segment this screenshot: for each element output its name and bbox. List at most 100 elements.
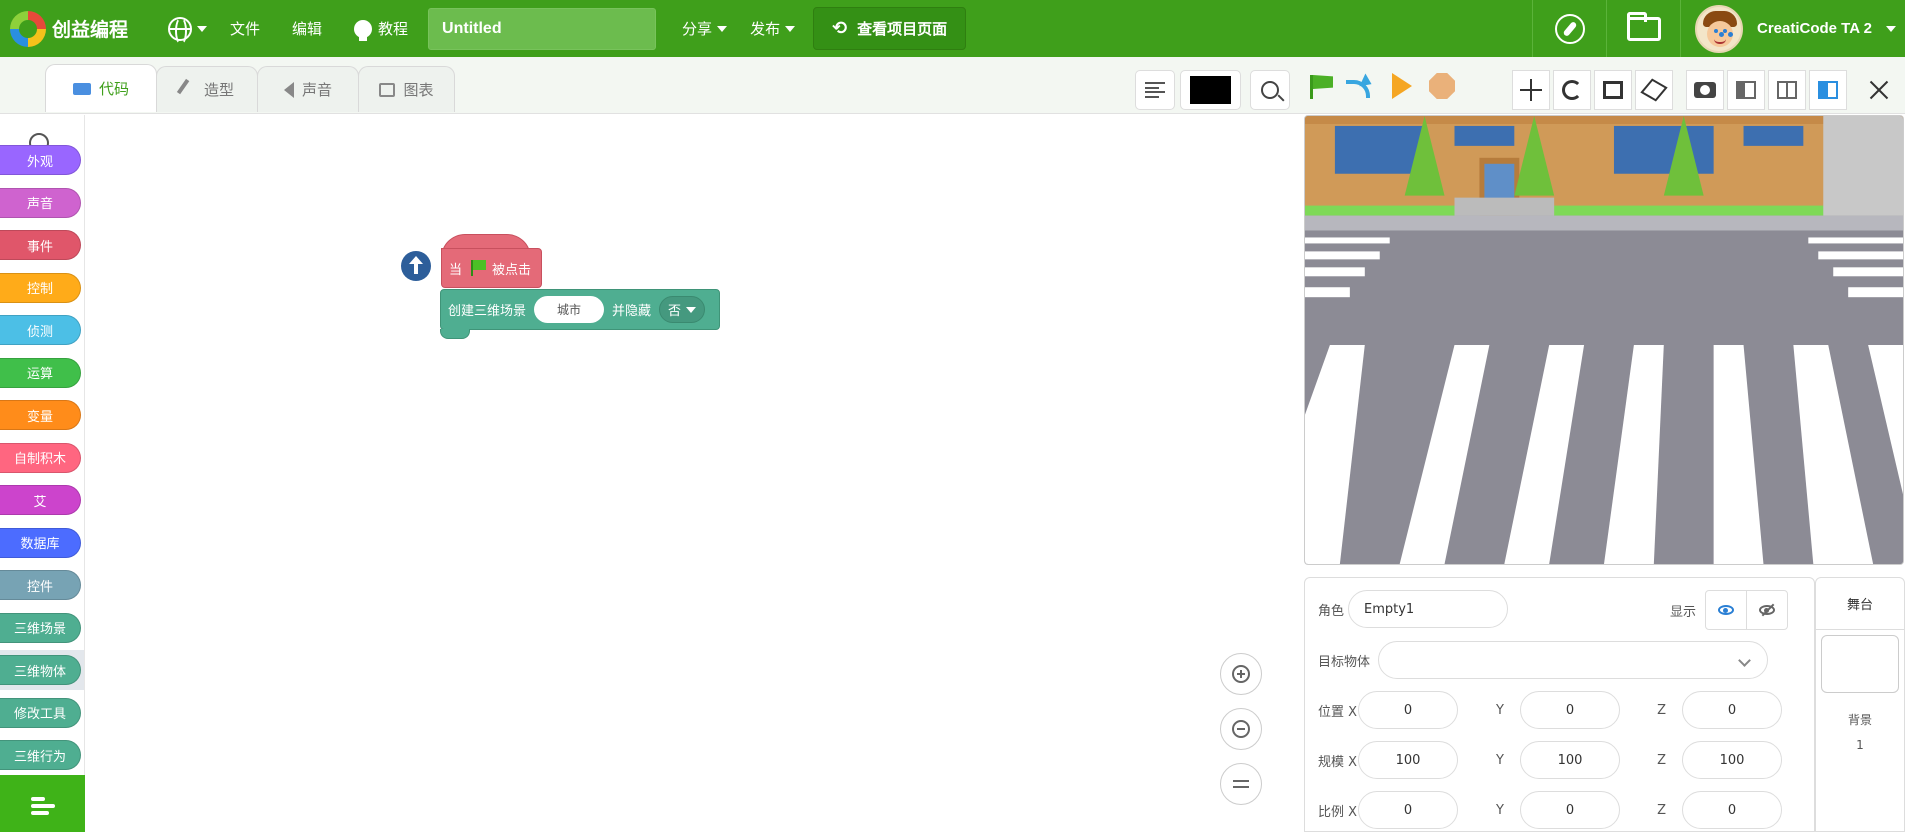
show-sprite-button[interactable] — [1705, 590, 1747, 630]
position-y-input[interactable]: 0 — [1520, 691, 1620, 729]
flag-icon — [470, 260, 487, 276]
play-icon[interactable] — [1392, 73, 1412, 99]
align-left-icon — [1145, 82, 1165, 98]
layout-large-icon — [1818, 81, 1838, 99]
code-icon — [72, 82, 91, 95]
zoom-reset-button[interactable] — [1220, 763, 1262, 805]
my-stuff-button[interactable] — [1606, 0, 1680, 57]
hide-dropdown[interactable]: 否 — [659, 296, 706, 323]
position-z-input[interactable]: 0 — [1682, 691, 1782, 729]
zoom-out-button[interactable] — [1220, 708, 1262, 750]
view-project-label: 查看项目页面 — [857, 20, 948, 38]
layout-small-icon — [1736, 81, 1756, 99]
category-item[interactable]: 自制积木 — [0, 442, 81, 473]
scale-icon — [1603, 81, 1623, 99]
category-item[interactable]: 声音 — [0, 187, 81, 218]
category-item[interactable]: 外观 — [0, 145, 81, 175]
create-3d-scene-block[interactable]: 创建三维场景 城市 并隐藏 否 — [440, 289, 720, 330]
flag-pole — [1310, 75, 1313, 99]
backdrop-count: 1 — [1856, 738, 1864, 752]
sprite-properties-panel: 角色 Empty1 显示 目标物体 位置 X 0 Y 0 Z 0 规模 X 10… — [1304, 577, 1815, 832]
position-x-input[interactable]: 0 — [1358, 691, 1458, 729]
rotate-tool-button[interactable] — [1553, 70, 1591, 110]
category-item[interactable]: 侦测 — [0, 315, 81, 345]
layout-medium-icon — [1777, 81, 1797, 99]
category-item[interactable]: 事件 — [0, 230, 81, 260]
category-item[interactable]: 修改工具 — [0, 697, 81, 728]
tutorial-menu-label: 教程 — [378, 20, 409, 38]
stage-selector[interactable]: 舞台 背景 1 — [1815, 577, 1905, 832]
scale-y-input[interactable]: 100 — [1520, 741, 1620, 779]
file-menu[interactable]: 文件 — [230, 18, 260, 39]
clean-up-button[interactable] — [1135, 70, 1175, 110]
category-item[interactable]: 三维场景 — [0, 612, 81, 643]
move-tool-button[interactable] — [1512, 70, 1550, 110]
logo[interactable]: 创益编程 — [10, 10, 152, 47]
pen-color-picker[interactable] — [1180, 70, 1241, 110]
small-stage-button[interactable] — [1727, 70, 1765, 110]
editor-tabs-bar: 代码 造型 声音 图表 — [0, 57, 1300, 114]
category-item[interactable]: 控件 — [0, 570, 81, 600]
chevron-down-icon — [717, 25, 728, 32]
brush-icon — [176, 78, 200, 101]
language-menu[interactable] — [168, 16, 207, 45]
category-item[interactable]: 三维行为 — [0, 740, 81, 770]
chart-icon — [379, 82, 396, 97]
share-menu[interactable]: 分享 — [682, 18, 728, 39]
tab-code[interactable]: 代码 — [45, 64, 157, 112]
when-flag-clicked-block[interactable]: 当 被点击 — [441, 234, 542, 290]
ratio-x-input[interactable]: 0 — [1358, 791, 1458, 829]
category-item[interactable]: 变量 — [0, 400, 81, 430]
scale-z-input[interactable]: 100 — [1682, 741, 1782, 779]
chevron-down-icon — [197, 25, 207, 32]
tab-charts[interactable]: 图表 — [358, 66, 455, 112]
color-preview — [1190, 76, 1231, 104]
chevron-down-icon — [686, 306, 697, 313]
green-flag-button[interactable] — [1308, 73, 1334, 99]
category-item[interactable]: 运算 — [0, 357, 81, 388]
medium-stage-button[interactable] — [1768, 70, 1806, 110]
stage-canvas[interactable] — [1304, 115, 1904, 565]
target-object-select[interactable] — [1378, 641, 1768, 679]
edit-menu[interactable]: 编辑 — [292, 18, 322, 39]
project-title-input[interactable] — [428, 7, 657, 50]
zoom-in-button[interactable] — [1220, 653, 1262, 695]
tutorial-menu[interactable]: 教程 — [354, 18, 409, 41]
fullscreen-button[interactable] — [1860, 70, 1898, 110]
stage-thumbnail[interactable] — [1821, 635, 1899, 693]
z-label: Z — [1657, 702, 1666, 718]
publish-menu[interactable]: 发布 — [750, 18, 796, 39]
user-menu[interactable]: CreatiCode TA 2 — [1680, 0, 1905, 57]
category-item[interactable]: 三维物体 — [0, 655, 81, 685]
editor-tabs: 代码 造型 声音 图表 — [45, 64, 455, 112]
code-workspace[interactable]: 当 被点击 创建三维场景 城市 并隐藏 否 — [86, 115, 1292, 832]
scale-tool-button[interactable] — [1594, 70, 1632, 110]
category-item[interactable]: 控制 — [0, 272, 81, 303]
collapse-arrow-icon[interactable] — [401, 251, 431, 281]
category-item[interactable]: 数据库 — [0, 527, 81, 558]
tab-sounds[interactable]: 声音 — [257, 66, 359, 112]
menu-bar: 创益编程 文件 编辑 教程 分享 发布 ⟲ 查看项目页面 — [0, 0, 1905, 57]
stop-icon[interactable] — [1429, 73, 1455, 99]
zoom-out-icon — [1232, 720, 1250, 738]
tab-costumes[interactable]: 造型 — [156, 66, 258, 112]
sprite-name-row: 角色 Empty1 — [1318, 590, 1508, 628]
scale-x-input[interactable]: 100 — [1358, 741, 1458, 779]
add-extension-button[interactable] — [0, 775, 85, 832]
flag-icon — [1313, 75, 1333, 89]
category-item[interactable]: 艾 — [0, 485, 81, 515]
block-search-button[interactable] — [1250, 70, 1290, 110]
hide-sprite-button[interactable] — [1746, 590, 1788, 630]
scene-name-input[interactable]: 城市 — [534, 296, 605, 323]
share-menu-label: 分享 — [682, 20, 713, 38]
explore-button[interactable] — [1532, 0, 1606, 57]
ratio-y-input[interactable]: 0 — [1520, 791, 1620, 829]
hide-label: 并隐藏 — [612, 304, 652, 319]
screenshot-button[interactable] — [1686, 70, 1724, 110]
large-stage-button[interactable] — [1809, 70, 1847, 110]
3d-view-button[interactable] — [1635, 70, 1673, 110]
ratio-z-input[interactable]: 0 — [1682, 791, 1782, 829]
turbo-arrow-icon[interactable] — [1344, 74, 1374, 98]
view-project-button[interactable]: ⟲ 查看项目页面 — [813, 7, 967, 50]
sprite-name-input[interactable]: Empty1 — [1348, 590, 1508, 628]
